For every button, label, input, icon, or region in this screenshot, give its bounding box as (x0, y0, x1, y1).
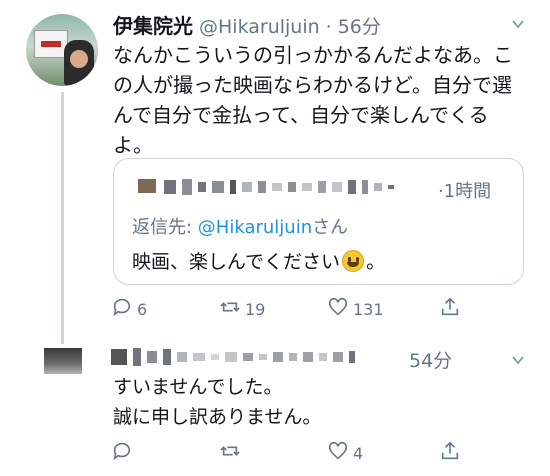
like-count: 131 (353, 299, 384, 319)
reply-count: 6 (137, 299, 148, 319)
reply-button[interactable] (111, 440, 137, 466)
quoted-tweet-text: 映画、楽しんでください 。 (132, 247, 385, 274)
replier-avatar[interactable] (44, 348, 82, 374)
share-button[interactable] (439, 440, 461, 466)
avatar-background-sign (34, 30, 68, 58)
pixelated-replier-name (111, 348, 355, 366)
grinning-face-emoji-icon (342, 249, 365, 272)
tweet-text-line: よ。 (113, 133, 153, 157)
thread-connector-line (61, 92, 64, 344)
tweet-text-line: なんかこういうの引っかかるんだよなあ。こ (113, 43, 513, 67)
share-button[interactable] (439, 296, 461, 322)
chevron-down-icon[interactable] (511, 352, 525, 366)
tweet-text-line: んで自分で金払って、自分で楽しんでくる (113, 103, 489, 127)
heart-icon (327, 296, 349, 322)
retweet-button[interactable] (219, 440, 245, 466)
pixelated-author-name (164, 179, 394, 195)
author-avatar[interactable] (26, 14, 98, 86)
like-button[interactable]: 4 (327, 440, 363, 466)
retweet-icon (219, 296, 241, 322)
retweet-button[interactable]: 19 (219, 296, 265, 322)
tweet-header: 伊集院光 @Hikaruljuin · 56分 (113, 10, 381, 39)
quoted-tweet-timestamp[interactable]: ·1時間 (438, 177, 491, 203)
tweet-timestamp[interactable]: 56分 (338, 12, 381, 39)
author-handle[interactable]: @Hikaruljuin (199, 16, 320, 38)
avatar-face (70, 50, 88, 68)
reply-icon (111, 440, 133, 466)
reply-text-line: すいませんでした。 (113, 376, 283, 398)
chevron-down-icon[interactable] (511, 16, 525, 30)
reply-icon (111, 296, 133, 322)
reply-timestamp[interactable]: 54分 (409, 346, 452, 373)
heart-icon (327, 440, 349, 466)
retweet-icon (219, 440, 241, 466)
share-icon (439, 440, 461, 466)
author-display-name[interactable]: 伊集院光 (113, 10, 193, 39)
quoted-tweet-card[interactable]: ·1時間 返信先: @Hikaruljuinさん 映画、楽しんでください 。 (113, 158, 524, 285)
tweet-body: なんかこういうの引っかかるんだよなあ。こ の人が撮った映画ならわかるけど。自分で… (113, 40, 533, 160)
share-icon (439, 296, 461, 322)
like-count: 4 (353, 443, 364, 463)
like-button[interactable]: 131 (327, 296, 384, 322)
reply-text-line: 誠に申し訳ありません。 (113, 406, 322, 428)
quoted-text-tail: 。 (366, 251, 386, 273)
reply-to-suffix: さん (312, 217, 349, 238)
quoted-author-avatar (138, 179, 156, 193)
tweet-text-line: の人が撮った映画ならわかるけど。自分で選 (113, 73, 512, 97)
reply-button[interactable]: 6 (111, 296, 147, 322)
reply-to-label: 返信先: (132, 217, 198, 238)
quoted-reply-context: 返信先: @Hikaruljuinさん (132, 213, 348, 239)
quoted-text-main: 映画、楽しんでください (132, 251, 341, 273)
retweet-count: 19 (245, 299, 266, 319)
reply-to-mention[interactable]: @Hikaruljuin (198, 217, 312, 238)
tweet-separator: · (325, 16, 332, 38)
reply-body: すいませんでした。 誠に申し訳ありません。 (113, 372, 321, 432)
